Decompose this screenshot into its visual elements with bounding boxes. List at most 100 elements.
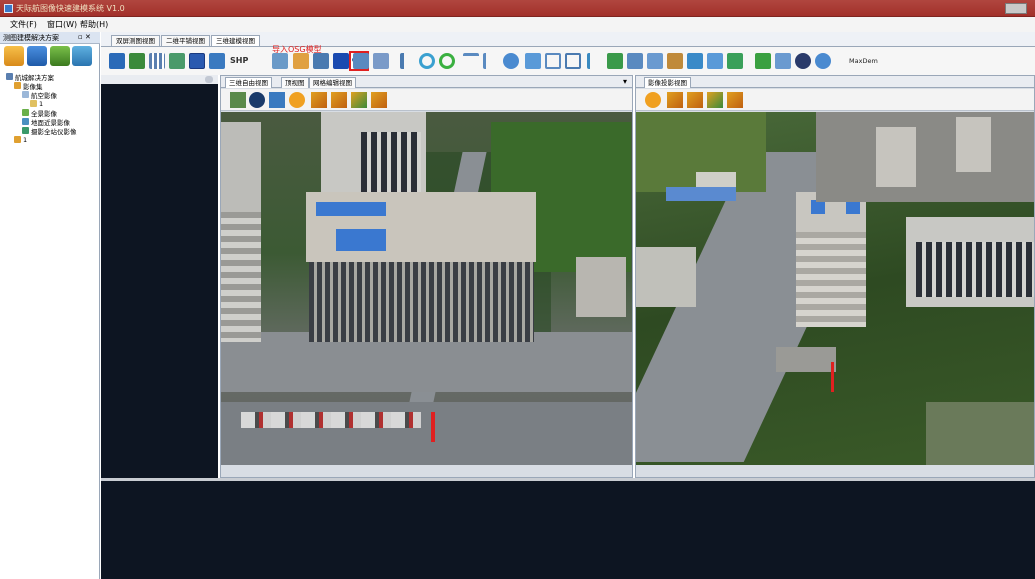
measure-icon[interactable] [587,53,603,69]
photoshop-icon[interactable] [333,53,349,69]
add-image-icon[interactable] [50,46,70,66]
map-icon[interactable] [727,53,743,69]
house-icon[interactable] [667,53,683,69]
grid-icon[interactable] [149,53,165,69]
open-folder-icon[interactable] [4,46,24,66]
layer-icon[interactable] [230,92,246,108]
low-building [776,347,836,372]
tab-mesh-edit[interactable]: 网格编辑视图 [309,77,356,88]
camera-icon[interactable] [647,53,663,69]
building [876,127,916,187]
undo-icon[interactable] [419,53,435,69]
tab-image-projection[interactable]: 影像投影视图 [644,77,691,88]
window-layout-icon[interactable] [353,53,369,69]
document-icon[interactable] [373,53,389,69]
roof-blue-structure [316,202,386,216]
window-controls[interactable] [1005,3,1027,14]
globe-icon[interactable] [249,92,265,108]
save-icon[interactable] [27,46,47,66]
app-icon [4,4,13,13]
select-arrow-icon[interactable] [400,53,416,69]
slider-track[interactable] [101,75,218,84]
terrain-layer-icon[interactable] [707,92,723,108]
totalstation-icon [22,127,29,134]
terrain-layer-icon[interactable] [351,92,367,108]
save-icon[interactable] [109,53,125,69]
open-icon[interactable] [293,53,309,69]
view-icon[interactable] [189,53,205,69]
parked-cars [241,412,421,428]
redo-icon[interactable] [439,53,455,69]
sun-icon[interactable] [645,92,661,108]
line-icon[interactable] [483,53,499,69]
tab-free-3d[interactable]: 三维自由视图 [225,77,272,88]
rectangle-icon[interactable] [525,53,541,69]
tab-3d-model[interactable]: 三维建模视图 [211,35,260,46]
menu-window[interactable]: 窗口(W) [47,19,77,30]
import-icon[interactable] [272,53,288,69]
circle-icon[interactable] [503,53,519,69]
terrain-layer-icon[interactable] [331,92,347,108]
image-set-icon[interactable] [72,46,92,66]
left-3d-scene[interactable] [221,112,632,465]
frame-icon[interactable] [565,53,581,69]
building-cluster [816,112,1034,202]
polyline-icon[interactable] [463,53,479,69]
import-osg-annotation: 导入OSG模型 [272,45,322,54]
right-view-toolbar [636,89,1034,111]
building [636,247,696,307]
right-projection-scene[interactable] [636,112,1034,465]
edit-icon[interactable] [313,53,329,69]
globe-icon[interactable] [795,53,811,69]
shp-label[interactable]: SHP [230,56,248,65]
window-select-icon[interactable] [545,53,561,69]
tab-top-view[interactable]: 顶视图 [281,77,309,88]
small-building [576,257,626,317]
menu-help[interactable]: 帮助(H) [80,19,108,30]
closerange-icon [22,118,29,125]
menu-file[interactable]: 文件(F) [10,19,37,30]
mesh-icon[interactable] [775,53,791,69]
terrain-icon[interactable] [755,53,771,69]
sun-icon[interactable] [289,92,305,108]
left-view-tabbar: 三维自由视图 顶视图 网格编辑视图 ▾ [221,76,632,88]
tall-building-facade [796,232,866,327]
panel-pin-close-icon[interactable]: ▫ ✕ [78,33,91,41]
person-icon[interactable] [607,53,623,69]
tree-item-totalstation[interactable]: 摄影全站仪影像 [6,126,77,136]
left-view-toolbar [221,89,632,111]
ground-patch [926,402,1034,465]
building-icon[interactable] [687,53,703,69]
terrain-layer-icon[interactable] [311,92,327,108]
project-icon[interactable] [129,53,145,69]
view-dropdown-icon[interactable]: ▾ [623,77,627,86]
dark-preview-area [101,84,218,478]
tab-dual-screen[interactable]: 双屏测图视图 [111,35,160,46]
folder-icon [14,82,21,89]
maxdem-label[interactable]: MaxDem [849,57,878,65]
left-3d-view: 三维自由视图 顶视图 网格编辑视图 ▾ [220,75,633,478]
roof-blue-structure [336,229,386,251]
terrain-layer-icon[interactable] [667,92,683,108]
grid-window-icon[interactable] [707,53,723,69]
solution-icon [6,73,13,80]
terrain-layer-icon[interactable] [727,92,743,108]
tile-icon[interactable] [169,53,185,69]
tree-item-aerial[interactable]: 航空影像 [6,90,77,100]
terrain-layer-icon[interactable] [371,92,387,108]
window-icon[interactable] [209,53,225,69]
solution-tree: 航城解决方案 影像集 航空影像 1 全景影像 地面近景影像 摄影全站仪影像 1 [6,72,77,144]
red-marker [431,412,435,442]
solution-panel-title: 测图建模解决方案 [3,34,59,42]
texture-icon[interactable] [627,53,643,69]
sphere-icon[interactable] [815,53,831,69]
tree-item-1[interactable]: 1 [6,135,77,144]
terrain-layer-icon[interactable] [687,92,703,108]
title-bar: 天际航图像快速建模系统 V1.0 [0,0,1035,17]
slider-thumb[interactable] [205,76,213,83]
main-building-facade [309,262,534,342]
view-tabbar: 双屏测图视图 二维平铺视图 三维建模视图 [101,32,1035,47]
solution-panel: 测图建模解决方案 ▫ ✕ 航城解决方案 影像集 航空影像 1 全景影像 地面近景… [0,32,100,579]
tab-2d-tile[interactable]: 二维平铺视图 [161,35,210,46]
export-icon[interactable] [269,92,285,108]
